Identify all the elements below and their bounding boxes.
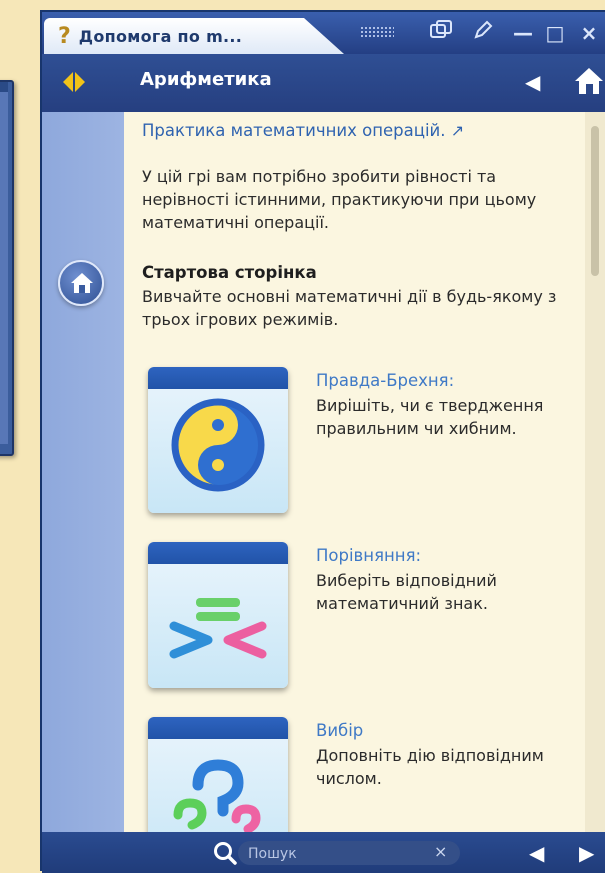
background-window (0, 80, 14, 456)
choice-card[interactable] (148, 717, 288, 832)
help-window: ? Допомога по m... — □ × Арифметика ◀ Пр… (40, 10, 605, 873)
home-icon[interactable] (573, 64, 605, 98)
minimize-icon[interactable]: — (510, 19, 536, 47)
heading-link[interactable]: Практика математичних операцій. ↗ (142, 121, 464, 140)
vertical-scrollbar[interactable] (585, 112, 605, 832)
compare-signs-icon (169, 598, 267, 659)
home-icon (71, 273, 93, 293)
search-input[interactable] (246, 843, 420, 865)
search-box: × (238, 841, 460, 865)
intro-paragraph: У цій грі вам потрібно зробити рівності … (142, 167, 537, 232)
mode-item: Правда-Брехня: Вирішіть, чи є твердження… (148, 367, 585, 527)
forward-arrow-icon[interactable]: ▶ (579, 841, 594, 865)
background-window-body (0, 92, 8, 444)
mode-title: Вибір (316, 721, 364, 740)
maximize-icon[interactable]: □ (542, 19, 568, 47)
bottom-bar: × ◀ ▶ (42, 832, 605, 873)
true-false-card[interactable] (148, 367, 288, 513)
question-marks-icon (173, 759, 261, 832)
back-arrow-icon[interactable]: ◀ (525, 70, 540, 94)
page-title: Арифметика (140, 69, 272, 90)
close-icon[interactable]: × (576, 19, 602, 47)
mode-title: Порівняння: (316, 546, 422, 565)
card-header (148, 717, 288, 739)
sidebar (42, 112, 124, 832)
help-tab[interactable]: ? Допомога по m... (44, 18, 344, 54)
section-title: Стартова сторінка (142, 263, 317, 282)
mode-description: Доповніть дію відповідним числом. (316, 746, 544, 788)
search-icon[interactable] (212, 840, 238, 866)
compare-card[interactable] (148, 542, 288, 688)
mode-item: Порівняння: Виберіть відповідний математ… (148, 542, 585, 702)
table-of-contents-icon[interactable] (60, 70, 88, 94)
dots-grip-icon[interactable] (360, 26, 394, 38)
scrollbar-thumb[interactable] (591, 126, 599, 276)
mode-description: Виберіть відповідний математичний знак. (316, 571, 497, 613)
tab-title: Допомога по m... (78, 26, 243, 46)
yin-yang-icon (171, 398, 265, 492)
mode-description: Вирішіть, чи є твердження правильним чи … (316, 396, 544, 438)
pencil-icon[interactable] (468, 19, 498, 48)
mode-title: Правда-Брехня: (316, 371, 455, 390)
sidebar-home-button[interactable] (58, 260, 104, 306)
mode-item: Вибір Доповніть дію відповідним числом. (148, 717, 585, 832)
back-arrow-icon[interactable]: ◀ (529, 841, 544, 865)
navigation-bar: Арифметика ◀ (42, 54, 605, 112)
titlebar: ? Допомога по m... — □ × (42, 12, 605, 54)
question-icon: ? (58, 23, 71, 49)
window-mode-icon[interactable] (426, 19, 456, 48)
pin-icon[interactable]: ↗ (451, 121, 464, 140)
clear-icon[interactable]: × (434, 842, 447, 861)
card-header (148, 367, 288, 389)
help-content: Практика математичних операцій. ↗ У цій … (124, 112, 585, 832)
card-header (148, 542, 288, 564)
background-window-titlebar (0, 82, 8, 92)
heading-text: Практика математичних операцій. (142, 121, 446, 140)
section-text: Вивчайте основні математичні дії в будь-… (142, 287, 557, 329)
